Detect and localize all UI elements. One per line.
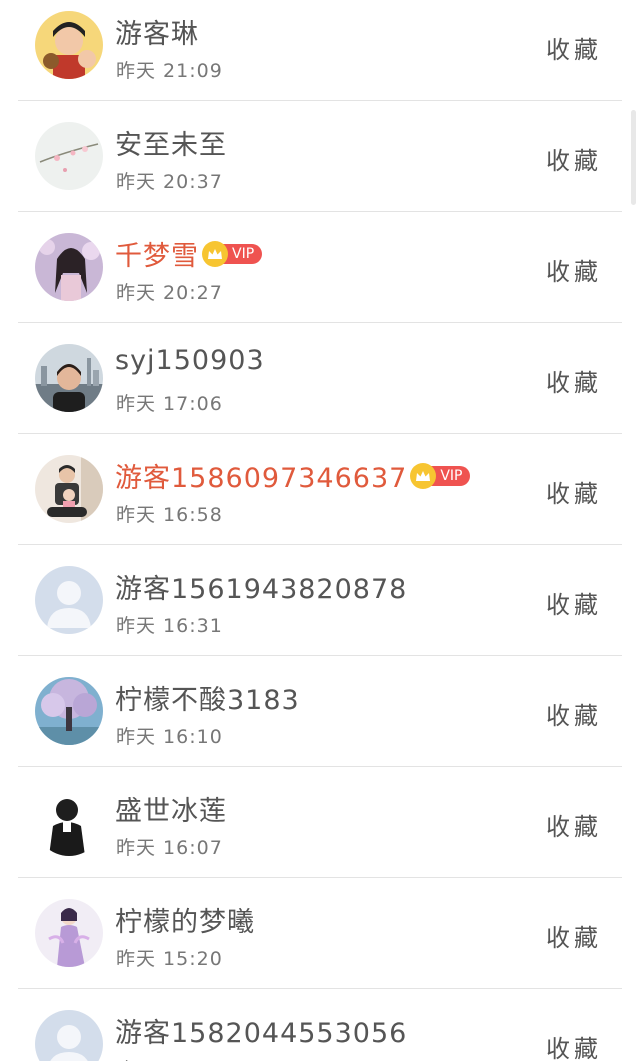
collect-button[interactable]: 收藏	[546, 918, 602, 953]
collect-button[interactable]: 收藏	[546, 807, 602, 842]
collect-button[interactable]: 收藏	[546, 474, 602, 509]
list-item[interactable]: syj150903 昨天 17:06 收藏	[0, 323, 640, 434]
blossom-avatar-icon[interactable]	[35, 122, 103, 190]
user-name: 游客琳	[115, 19, 199, 50]
timestamp: 昨天 17:06	[116, 393, 223, 415]
city-avatar-icon[interactable]	[35, 344, 103, 412]
user-list: 游客琳 昨天 21:09 收藏 安至未至 昨天 20:37 收藏 千梦雪 VIP…	[0, 0, 640, 1061]
timestamp: 昨天 16:10	[116, 726, 223, 748]
list-item[interactable]: 柠檬的梦曦 昨天 15:20 收藏	[0, 878, 640, 989]
crown-icon	[410, 462, 437, 489]
default-avatar-icon[interactable]	[35, 1010, 103, 1061]
list-item[interactable]: 安至未至 昨天 20:37 收藏	[0, 101, 640, 212]
list-item[interactable]: 游客琳 昨天 21:09 收藏	[0, 0, 640, 101]
timestamp: 昨天 20:37	[116, 171, 223, 193]
user-name: 千梦雪 VIP	[115, 234, 263, 273]
timestamp: 昨天	[116, 1055, 156, 1061]
scrollbar[interactable]	[631, 110, 636, 205]
timestamp: 昨天 16:58	[116, 504, 223, 526]
timestamp: 昨天 21:09	[116, 60, 223, 82]
crown-icon	[202, 240, 228, 267]
user-name: 安至未至	[115, 130, 227, 161]
list-item[interactable]: 盛世冰莲 昨天 16:07 收藏	[0, 767, 640, 878]
costume-avatar-icon[interactable]	[35, 899, 103, 967]
user-name: 游客1582044553056	[115, 1018, 408, 1049]
list-item[interactable]: 游客15860973466​37 VIP 昨天 16:58 收藏	[0, 434, 640, 545]
collect-button[interactable]: 收藏	[546, 585, 602, 620]
girl-avatar-icon[interactable]	[35, 233, 103, 301]
list-item[interactable]: 游客1582044553056 昨天 收藏	[0, 989, 640, 1061]
timestamp: 昨天 16:31	[116, 615, 223, 637]
user-name: 游客1561943820878	[115, 574, 408, 605]
tree-avatar-icon[interactable]	[35, 677, 103, 745]
collect-button[interactable]: 收藏	[546, 30, 602, 65]
collect-button[interactable]: 收藏	[546, 252, 602, 287]
vip-badge: VIP	[202, 240, 263, 267]
collect-button[interactable]: 收藏	[546, 141, 602, 176]
user-name: 柠檬的梦曦	[115, 907, 255, 938]
cartoon-avatar-icon[interactable]	[35, 11, 103, 79]
user-name: 盛世冰莲	[115, 796, 227, 827]
user-name: syj150903	[115, 345, 265, 376]
sketch-avatar-icon[interactable]	[35, 788, 103, 856]
list-item[interactable]: 柠檬不酸3183 昨天 16:10 收藏	[0, 656, 640, 767]
family-avatar-icon[interactable]	[35, 455, 103, 523]
timestamp: 昨天 16:07	[116, 837, 223, 859]
timestamp: 昨天 15:20	[116, 948, 223, 970]
list-item[interactable]: 游客1561943820878 昨天 16:31 收藏	[0, 545, 640, 656]
list-item[interactable]: 千梦雪 VIP 昨天 20:27 收藏	[0, 212, 640, 323]
collect-button[interactable]: 收藏	[546, 363, 602, 398]
timestamp: 昨天 20:27	[116, 282, 223, 304]
vip-badge: VIP	[410, 462, 471, 489]
collect-button[interactable]: 收藏	[546, 1029, 602, 1061]
user-name: 柠檬不酸3183	[115, 685, 300, 716]
user-name: 游客15860973466​37 VIP	[115, 456, 471, 495]
default-avatar-icon[interactable]	[35, 566, 103, 634]
collect-button[interactable]: 收藏	[546, 696, 602, 731]
